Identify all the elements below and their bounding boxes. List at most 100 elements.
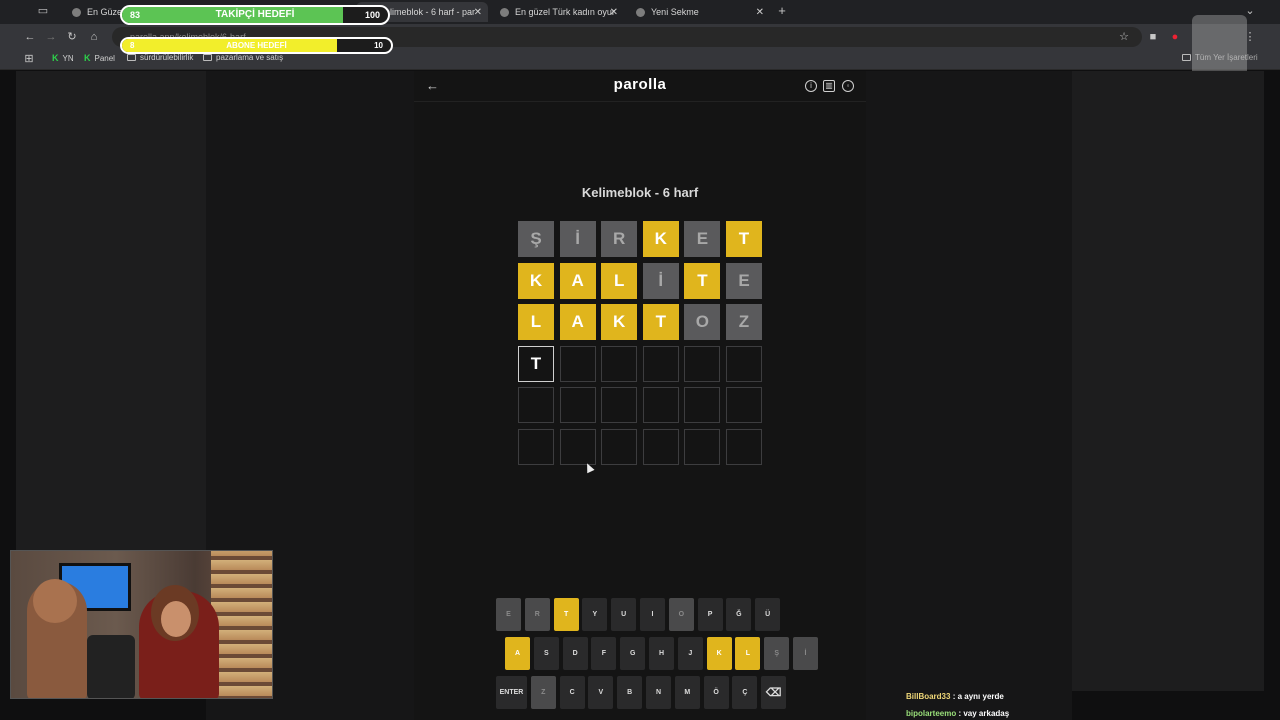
tile-r4-c0: [518, 387, 554, 424]
key-z[interactable]: Z: [530, 676, 556, 709]
tile-r4-c1: [559, 387, 596, 424]
bookmark-label: sürdürülebilirlik: [140, 53, 194, 62]
bookmark-label: Panel: [94, 53, 115, 63]
tab-yeni-sekme[interactable]: Yeni Sekme ✕: [628, 2, 770, 22]
key-l[interactable]: L: [735, 637, 761, 670]
bookmark-label: YN: [62, 53, 74, 63]
enter-key[interactable]: ENTER: [496, 676, 527, 709]
tile-r1-c0: K: [518, 262, 554, 299]
bookmark-surdurulebilirlik[interactable]: sürdürülebilirlik: [127, 53, 193, 62]
webcam-person-right-face: [161, 601, 191, 637]
key-f[interactable]: F: [591, 637, 617, 670]
tile-r0-c0: Ş: [518, 221, 554, 257]
key-m[interactable]: M: [674, 676, 700, 709]
key-a[interactable]: A: [505, 637, 530, 670]
key-t[interactable]: T: [553, 598, 579, 631]
key-e[interactable]: E: [496, 598, 521, 631]
close-tab-icon[interactable]: ✕: [474, 7, 482, 18]
folder-icon: [203, 54, 212, 61]
extension-icon[interactable]: ■: [1146, 29, 1160, 45]
bookmark-yn[interactable]: K YN: [52, 53, 74, 63]
key-b[interactable]: B: [617, 676, 643, 709]
bookmark-pazarlama[interactable]: pazarlama ve satış: [203, 53, 283, 62]
close-tab-icon[interactable]: ✕: [756, 7, 764, 18]
tab-favicon-icon: [500, 7, 509, 17]
home-icon[interactable]: ⌂: [87, 29, 101, 45]
tile-r2-c4: O: [684, 304, 721, 341]
backspace-key[interactable]: ⌫: [761, 676, 787, 709]
key-v[interactable]: V: [588, 676, 614, 709]
tile-r2-c1: A: [559, 304, 596, 341]
bookmark-star-icon[interactable]: ☆: [1117, 29, 1131, 45]
key-n[interactable]: N: [646, 676, 671, 709]
key-s[interactable]: S: [533, 637, 559, 670]
new-tab-button[interactable]: +: [775, 3, 789, 19]
tile-r5-c3: [642, 429, 679, 465]
key-ç[interactable]: Ç: [732, 676, 758, 709]
apps-grid-icon[interactable]: ⊞: [22, 51, 36, 67]
chat-text: : vay arkadaş: [958, 709, 1010, 718]
app-title: parolla: [613, 76, 667, 93]
tile-r3-c1: [559, 345, 596, 382]
folder-icon: [127, 54, 136, 61]
key-ü[interactable]: Ü: [755, 598, 781, 631]
tab-favicon-icon: [72, 7, 81, 17]
key-k[interactable]: K: [706, 637, 732, 670]
puzzle-title: Kelimeblok - 6 harf: [581, 185, 699, 200]
key-p[interactable]: P: [697, 598, 723, 631]
header-divider: [414, 101, 866, 102]
tile-r3-c2: [601, 345, 638, 382]
key-o[interactable]: O: [668, 598, 694, 631]
key-j[interactable]: J: [677, 637, 703, 670]
key-u[interactable]: U: [611, 598, 637, 631]
key-d[interactable]: D: [562, 637, 588, 670]
key-i[interactable]: I: [640, 598, 665, 631]
key-ğ[interactable]: Ğ: [726, 598, 752, 631]
profile-icon[interactable]: ◦: [842, 80, 854, 92]
right-panel: [1072, 71, 1264, 691]
k-logo-icon: K: [84, 53, 91, 63]
bookmark-panel[interactable]: K Panel: [84, 53, 115, 63]
tile-r5-c2: [601, 429, 638, 465]
webcam-overlay: [10, 550, 273, 699]
stream-chat: BillBoard33 : a aynı yerde bipolarteemo …: [906, 688, 1009, 720]
key-h[interactable]: H: [649, 637, 674, 670]
key-ş[interactable]: Ş: [764, 637, 790, 670]
tile-r3-c0: T: [518, 345, 554, 382]
stats-icon[interactable]: ▥: [823, 80, 835, 92]
tab-en-guzel-turk[interactable]: En güzel Türk kadın oyuncu - ✕: [492, 2, 624, 22]
bookmark-label: pazarlama ve satış: [216, 53, 284, 62]
back-arrow-icon[interactable]: ←: [23, 29, 37, 45]
tile-r1-c5: E: [726, 262, 762, 299]
back-arrow-icon[interactable]: ←: [426, 78, 439, 93]
tile-r0-c3: K: [642, 221, 679, 257]
key-r[interactable]: R: [524, 598, 550, 631]
tile-r2-c5: Z: [726, 304, 762, 341]
sub-goal-label: ABONE HEDEFİ: [226, 41, 287, 50]
tab-en-guzel[interactable]: En Güzel T: [64, 2, 122, 22]
tile-r5-c4: [684, 429, 721, 465]
key-y[interactable]: Y: [582, 598, 608, 631]
extension-red-icon[interactable]: ●: [1168, 29, 1182, 45]
tab-search-icon[interactable]: ▭: [36, 3, 50, 19]
tile-r2-c3: T: [642, 304, 679, 341]
follower-goal-bar: 83 TAKİPÇİ HEDEFİ 100: [120, 5, 390, 25]
key-g[interactable]: G: [620, 637, 646, 670]
forward-arrow-icon[interactable]: →: [44, 29, 58, 45]
key-ö[interactable]: Ö: [703, 676, 729, 709]
tile-r4-c3: [642, 387, 679, 424]
tile-r1-c1: A: [559, 262, 596, 299]
key-i̇[interactable]: İ: [793, 637, 818, 670]
tile-r0-c5: T: [726, 221, 762, 257]
tab-label: En güzel Türk kadın oyuncu -: [515, 7, 615, 17]
webcam-chair: [87, 635, 135, 698]
tab-favicon-icon: [636, 7, 645, 17]
tile-r2-c0: L: [518, 304, 554, 341]
tile-r5-c5: [726, 429, 762, 465]
close-tab-icon[interactable]: ✕: [610, 7, 618, 18]
key-c[interactable]: C: [559, 676, 585, 709]
screen: { "browser": { "tabs": [ {"label": "En G…: [0, 0, 1280, 720]
tile-r0-c2: R: [601, 221, 638, 257]
info-icon[interactable]: i: [805, 80, 817, 92]
reload-icon[interactable]: ↻: [65, 29, 79, 45]
